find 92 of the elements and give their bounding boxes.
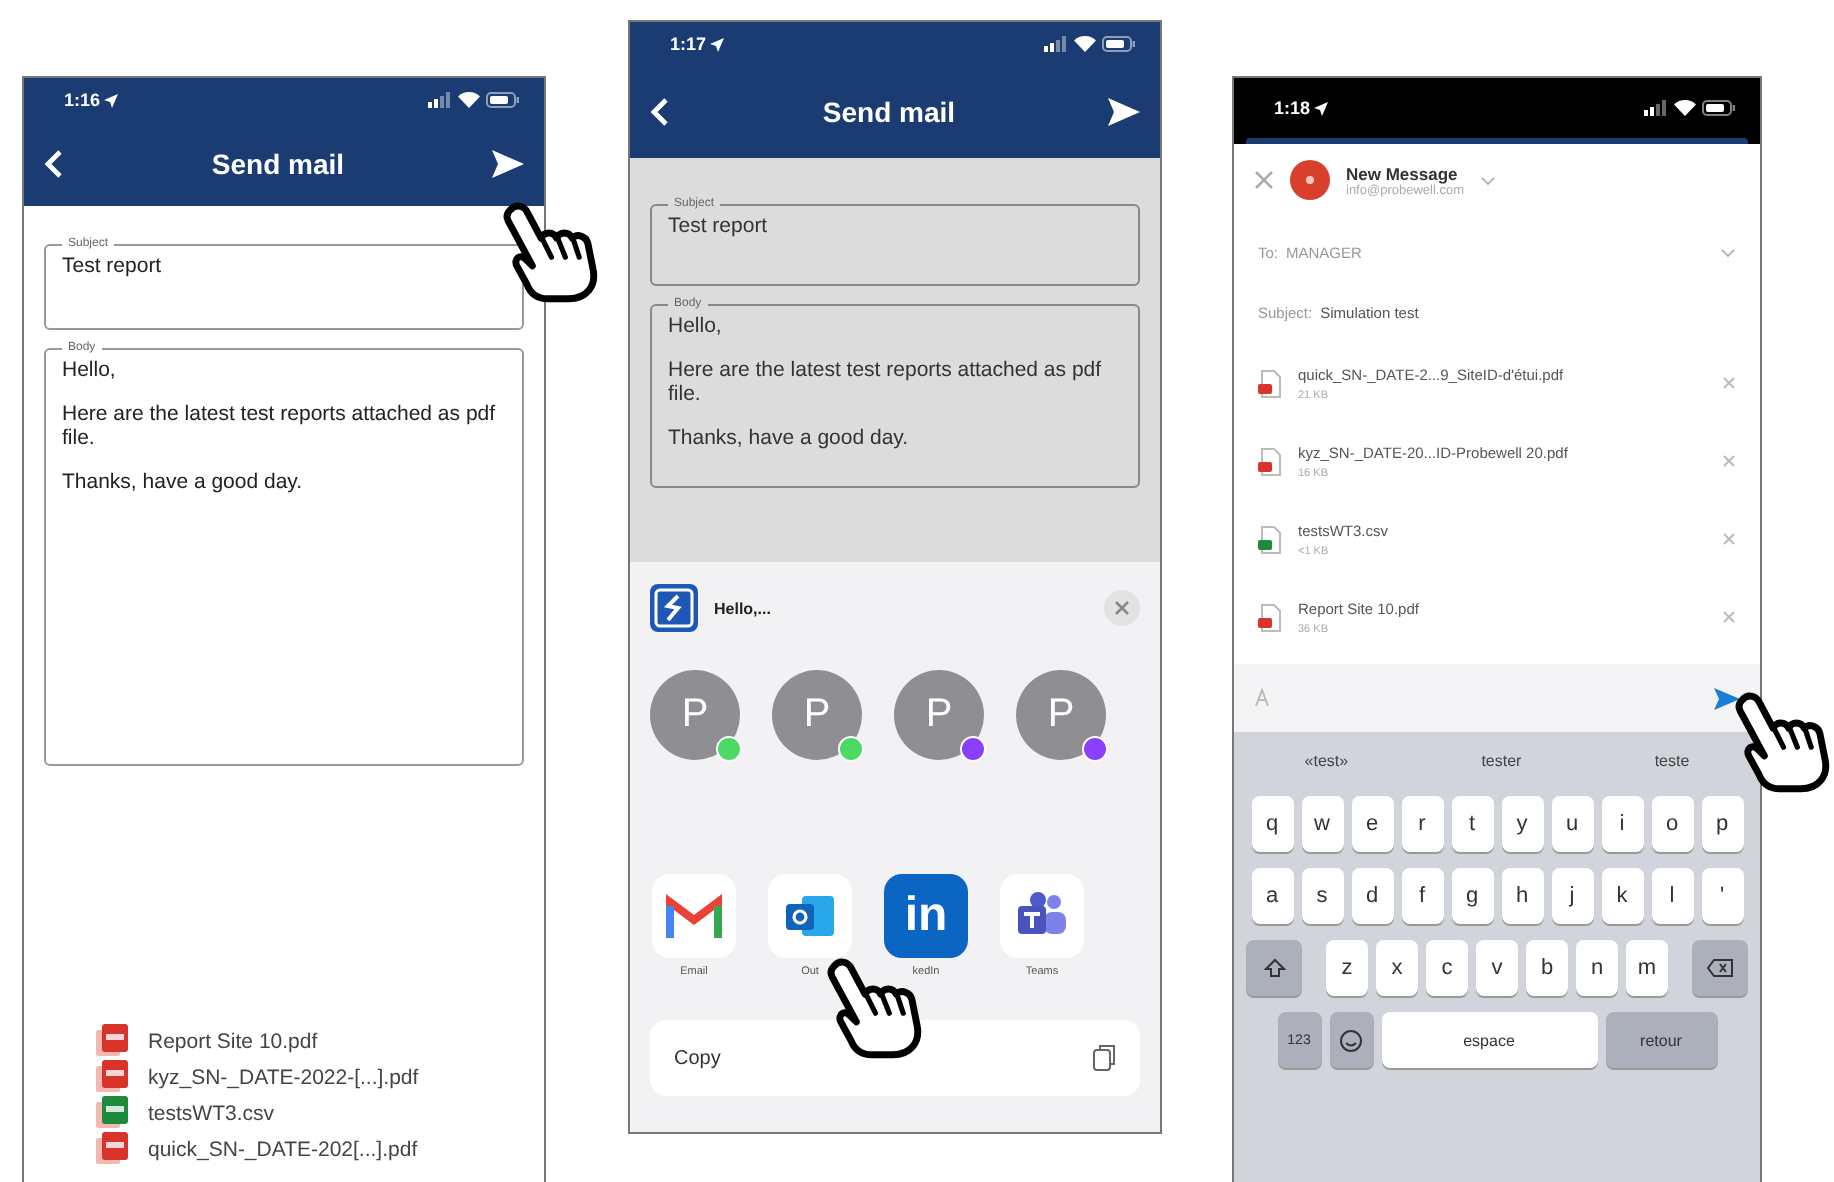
signal-icon — [428, 92, 452, 108]
pdf-file-icon — [96, 1024, 128, 1058]
keyboard-key[interactable]: p — [1701, 796, 1743, 852]
delete-icon — [1706, 958, 1734, 978]
keyboard-key[interactable]: t — [1451, 796, 1493, 852]
space-key[interactable]: espace — [1381, 1012, 1597, 1068]
status-time: 1:16 — [64, 90, 101, 110]
pdf-file-icon — [1258, 369, 1282, 397]
keyboard-key[interactable]: y — [1501, 796, 1543, 852]
keyboard-key[interactable]: v — [1476, 940, 1518, 996]
send-icon[interactable] — [1107, 98, 1140, 126]
remove-icon[interactable] — [1722, 610, 1736, 624]
keyboard-key[interactable]: g — [1451, 868, 1493, 924]
keyboard-key[interactable]: s — [1301, 868, 1343, 924]
location-icon — [710, 37, 725, 51]
avatar-icon — [1290, 160, 1330, 200]
keyboard-key[interactable]: w — [1301, 796, 1343, 852]
keyboard-key[interactable]: a — [1251, 868, 1293, 924]
shift-key[interactable] — [1246, 940, 1302, 996]
back-icon[interactable] — [44, 150, 64, 178]
location-icon — [1314, 101, 1329, 115]
keyboard-key[interactable]: c — [1426, 940, 1468, 996]
delete-key[interactable] — [1692, 940, 1748, 996]
remove-icon[interactable] — [1722, 532, 1736, 546]
logo-text: in — [904, 888, 948, 944]
keyboard-key[interactable]: b — [1526, 940, 1568, 996]
screen-title: Send mail — [211, 148, 345, 180]
keyboard-key[interactable]: o — [1651, 796, 1693, 852]
pdf-file-icon — [96, 1132, 128, 1166]
battery-icon — [486, 92, 520, 108]
signal-icon — [1044, 36, 1068, 52]
keyboard-key[interactable]: k — [1601, 868, 1643, 924]
send-icon[interactable] — [1714, 687, 1740, 709]
share-preview-text: Hello,... — [714, 599, 773, 617]
envelope-icon — [666, 894, 722, 938]
keyboard-key[interactable]: m — [1626, 940, 1668, 996]
csv-file-icon — [96, 1096, 128, 1130]
chevron-down-icon[interactable] — [1720, 247, 1736, 257]
attachment-name[interactable]: testsWT3.csv — [148, 1101, 275, 1125]
keyboard-key[interactable]: n — [1576, 940, 1618, 996]
app-icon — [650, 584, 698, 632]
status-time: 1:18 — [1274, 98, 1311, 118]
suggestion[interactable]: tester — [1481, 751, 1522, 769]
close-button[interactable] — [1104, 590, 1140, 626]
screen-title: Send mail — [822, 96, 956, 128]
remove-icon[interactable] — [1722, 454, 1736, 468]
battery-icon — [1702, 100, 1736, 116]
attachment-name[interactable]: Report Site 10.pdf — [148, 1029, 318, 1053]
keyboard-key[interactable]: i — [1601, 796, 1643, 852]
wifi-icon — [458, 92, 480, 108]
emoji-key[interactable] — [1329, 1012, 1373, 1068]
attachment-name[interactable]: quick_SN-_DATE-202[...].pdf — [148, 1137, 418, 1161]
attachment-name[interactable]: kyz_SN-_DATE-2022-[...].pdf — [148, 1065, 419, 1089]
location-icon — [104, 93, 119, 107]
keyboard-key[interactable]: z — [1326, 940, 1368, 996]
status-time: 1:17 — [670, 34, 707, 54]
signal-icon — [1644, 100, 1668, 116]
copy-button[interactable]: Copy — [650, 1020, 1140, 1096]
wifi-icon — [1074, 36, 1096, 52]
shift-icon — [1263, 958, 1285, 978]
text-format-icon[interactable] — [1254, 688, 1274, 708]
suggestion[interactable]: «test» — [1304, 751, 1349, 769]
back-icon[interactable] — [650, 98, 670, 126]
chevron-down-icon[interactable] — [1480, 175, 1496, 185]
remove-icon[interactable] — [1722, 376, 1736, 390]
close-icon[interactable] — [1254, 170, 1274, 190]
keyboard-key[interactable]: q — [1251, 796, 1293, 852]
send-icon[interactable] — [491, 150, 524, 178]
return-key[interactable]: retour — [1605, 1012, 1717, 1068]
wifi-icon — [1674, 100, 1696, 116]
keyboard-key[interactable]: ' — [1701, 868, 1743, 924]
message-title: New Message — [1346, 163, 1460, 183]
battery-icon — [1102, 36, 1136, 52]
keyboard-key[interactable]: f — [1401, 868, 1443, 924]
copy-icon — [1092, 1044, 1116, 1072]
csv-file-icon — [1258, 525, 1282, 553]
suggestion[interactable]: teste — [1654, 751, 1690, 769]
keyboard-key[interactable]: u — [1551, 796, 1593, 852]
people-icon — [1014, 892, 1070, 940]
keyboard-key[interactable]: e — [1351, 796, 1393, 852]
keyboard-key[interactable]: x — [1376, 940, 1418, 996]
emoji-icon — [1340, 1029, 1362, 1051]
pdf-file-icon — [1258, 447, 1282, 475]
keyboard-key[interactable]: h — [1501, 868, 1543, 924]
keyboard-key[interactable]: d — [1351, 868, 1393, 924]
keyboard-key[interactable]: r — [1401, 796, 1443, 852]
pdf-file-icon — [96, 1060, 128, 1094]
keyboard-key[interactable]: l — [1651, 868, 1693, 924]
keyboard-key[interactable]: j — [1551, 868, 1593, 924]
pdf-file-icon — [1258, 603, 1282, 631]
close-icon — [1114, 600, 1130, 616]
document-icon — [782, 892, 838, 940]
